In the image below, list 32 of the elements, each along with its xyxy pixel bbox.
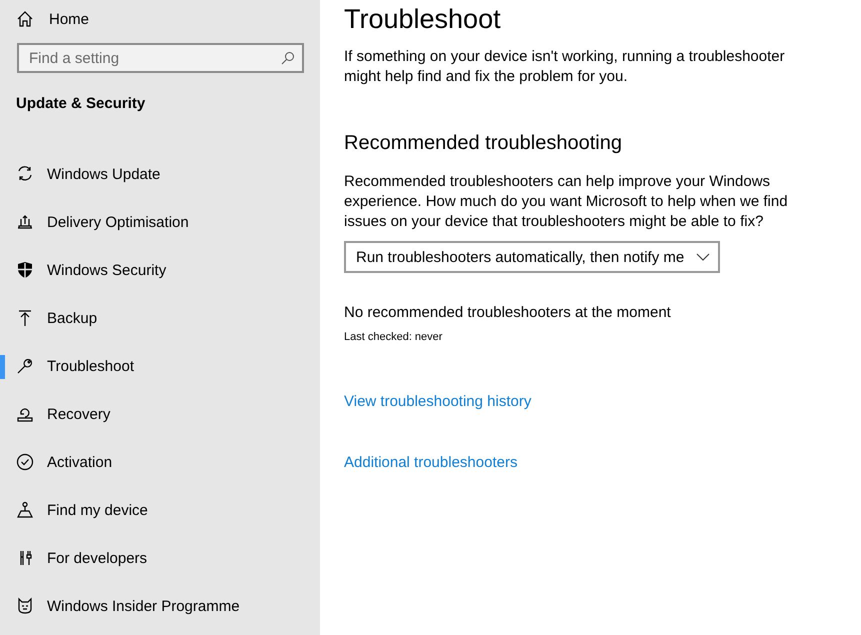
cat-icon	[16, 597, 34, 615]
person-pin-icon	[16, 501, 34, 519]
sidebar-item[interactable]: Delivery Optimisation	[0, 198, 320, 246]
shield-icon	[16, 261, 34, 279]
sidebar-item[interactable]: Windows Security	[0, 246, 320, 294]
section-title: Update & Security	[15, 94, 146, 112]
sidebar-item[interactable]: Backup	[0, 294, 320, 342]
chevron-icon	[696, 253, 710, 261]
description-text: Recommended troubleshooters can help improve your Windows experience. How much do you want Microsoft to help when we find issues on your device that troubleshooters might be able to fix?	[344, 172, 789, 232]
link[interactable]: Additional troubleshooters	[344, 454, 518, 471]
sidebar-item[interactable]: Windows Insider Programme	[0, 582, 320, 630]
check-circle-icon	[16, 453, 34, 471]
last-checked-text: Last checked: never	[344, 331, 444, 343]
section-heading: Recommended troubleshooting	[344, 132, 623, 155]
sidebar-item[interactable]: Activation	[0, 438, 320, 486]
search-icon	[281, 51, 295, 65]
status-text: No recommended troubleshooters at the moment	[344, 304, 672, 321]
intro-text: If something on your device isn't working, running a troubleshooter might help find and fix the problem for you.	[344, 47, 786, 87]
upload-tray-icon	[16, 213, 34, 231]
dropdown[interactable]: Run troubleshooters automatically, then notify me	[344, 241, 720, 273]
link[interactable]: View troubleshooting history	[344, 393, 532, 410]
sidebar-item[interactable]: Troubleshoot	[0, 342, 320, 390]
home-link[interactable]: Home	[0, 0, 320, 29]
upload-arrow-icon	[16, 309, 34, 327]
sidebar-item[interactable]: Windows Update	[0, 150, 320, 198]
sidebar-item[interactable]: For developers	[0, 534, 320, 582]
search-field[interactable]: Find a setting	[17, 43, 304, 73]
sidebar-item[interactable]: Recovery	[0, 390, 320, 438]
page-title: Troubleshoot	[344, 4, 502, 35]
sidebar-item[interactable]: Find my device	[0, 486, 320, 534]
home-icon	[16, 10, 34, 28]
refresh-icon	[16, 165, 34, 183]
